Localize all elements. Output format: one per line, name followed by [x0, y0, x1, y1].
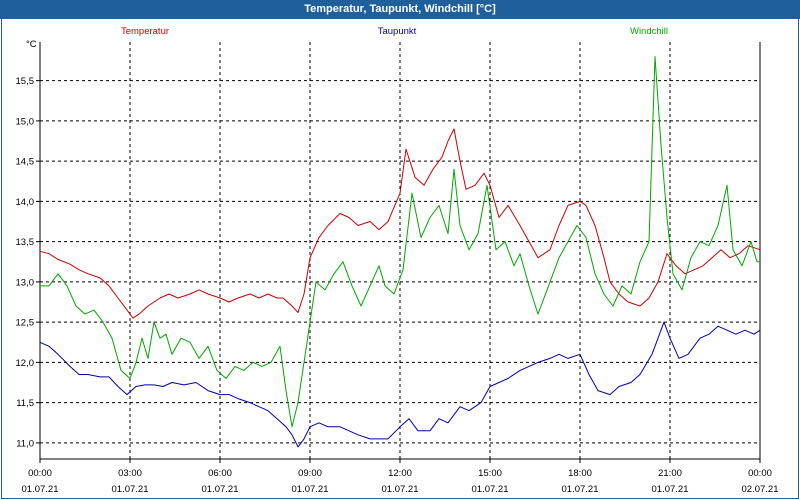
y-tick-label: 11,5 — [16, 398, 34, 409]
chart-title-bar: Temperatur, Taupunkt, Windchill [°C] — [0, 0, 800, 19]
line-chart: 11,0 11,5 12,0 12,5 13,0 13,5 14,0 14,5 15,0 15,5… — [16, 26, 779, 495]
x-tick-time-label: 00:00 — [748, 468, 772, 479]
x-tick-time-label: 12:00 — [388, 468, 412, 479]
legend-taupunkt: Taupunkt — [378, 26, 417, 37]
y-tick-label: 14,5 — [16, 157, 35, 168]
x-tick-date-label: 01.07.21 — [472, 484, 509, 495]
x-tick-date-label: 01.07.21 — [382, 484, 419, 495]
x-tick-date-label: 01.07.21 — [202, 484, 239, 495]
y-tick-label: 15,5 — [16, 76, 35, 87]
x-tick-date-label: 01.07.21 — [112, 484, 149, 495]
y-tick-label: 12,5 — [16, 318, 35, 329]
x-tick-date-label: 01.07.21 — [652, 484, 689, 495]
x-tick-time-label: 09:00 — [298, 468, 322, 479]
legend-windchill: Windchill — [630, 26, 668, 37]
x-tick-date-label: 01.07.21 — [22, 484, 59, 495]
y-tick-label: 12,0 — [16, 358, 35, 369]
legend-temperatur: Temperatur — [121, 26, 169, 37]
y-axis-unit-label: °C — [26, 39, 37, 50]
y-tick-label: 13,5 — [16, 237, 35, 248]
y-tick-label: 14,0 — [16, 197, 35, 208]
x-tick-time-label: 06:00 — [208, 468, 232, 479]
x-tick-date-label: 01.07.21 — [292, 484, 329, 495]
window-title: Temperatur, Taupunkt, Windchill [°C] — [304, 3, 496, 15]
x-tick-time-label: 18:00 — [568, 468, 592, 479]
x-tick-date-label: 01.07.21 — [562, 484, 599, 495]
y-tick-label: 15,0 — [16, 116, 35, 127]
y-tick-label: 13,0 — [16, 277, 35, 288]
x-tick-time-label: 21:00 — [658, 468, 682, 479]
y-tick-label: 11,0 — [16, 438, 34, 449]
x-tick-date-label: 02.07.21 — [742, 484, 779, 495]
x-tick-time-label: 03:00 — [118, 468, 142, 479]
x-tick-time-label: 15:00 — [478, 468, 502, 479]
x-tick-time-label: 00:00 — [28, 468, 52, 479]
